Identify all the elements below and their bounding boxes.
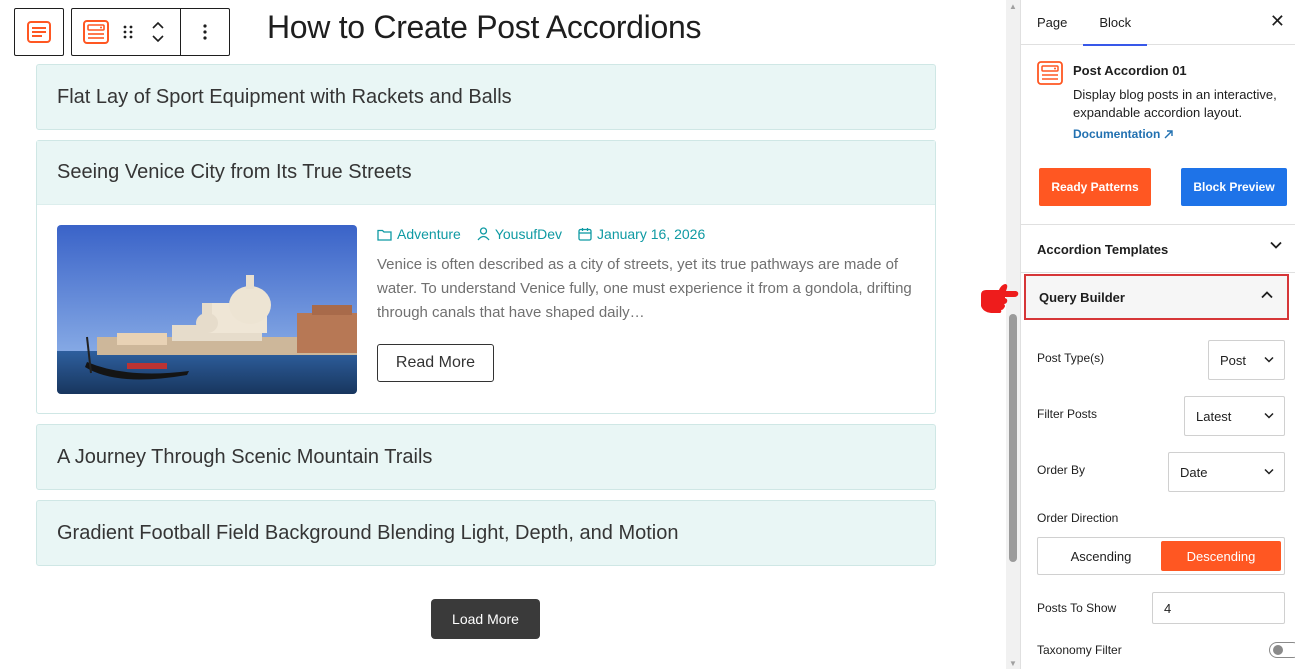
more-vertical-icon: [203, 24, 207, 40]
post-types-row: Post Type(s) Post: [1037, 340, 1285, 380]
accordion-header[interactable]: Gradient Football Field Background Blend…: [37, 501, 935, 565]
post-content: Adventure YousufDev January 16, 2026 Ven…: [377, 225, 917, 382]
category-label: Adventure: [397, 226, 461, 242]
post-meta: Adventure YousufDev January 16, 2026: [377, 225, 917, 243]
post-excerpt: Venice is often described as a city of s…: [377, 256, 912, 321]
accordion-item: Gradient Football Field Background Blend…: [36, 500, 936, 566]
more-options-button[interactable]: [181, 9, 229, 55]
sidebar-tabs: Page Block ✕: [1021, 0, 1295, 46]
order-ascending-option[interactable]: Ascending: [1041, 541, 1161, 571]
page-title[interactable]: How to Create Post Accordions: [267, 9, 701, 46]
chevron-down-icon: [1270, 241, 1282, 249]
move-down-icon[interactable]: [151, 34, 165, 43]
block-toolbar: [71, 8, 230, 56]
move-up-icon[interactable]: [151, 21, 165, 30]
block-preview-button[interactable]: Block Preview: [1181, 168, 1287, 206]
filter-posts-select[interactable]: Latest: [1184, 396, 1285, 436]
post-types-label: Post Type(s): [1037, 351, 1105, 365]
scroll-thumb[interactable]: [1009, 314, 1017, 562]
canvas-scrollbar[interactable]: ▲ ▼: [1006, 0, 1020, 669]
editor-canvas: How to Create Post Accordions Flat Lay o…: [0, 0, 1006, 669]
accordion-item-open: Seeing Venice City from Its True Streets: [36, 140, 936, 414]
calendar-icon: [578, 228, 592, 241]
settings-sidebar: Page Block ✕ Post Accordion 01 Display b…: [1020, 0, 1295, 669]
external-link-icon: [1164, 129, 1174, 138]
block-card: Post Accordion 01 Display blog posts in …: [1021, 45, 1295, 141]
documentation-label: Documentation: [1073, 127, 1161, 141]
order-direction-toggle: Ascending Descending: [1037, 537, 1285, 575]
divider: [1021, 272, 1295, 273]
scroll-down-arrow-icon[interactable]: ▼: [1006, 657, 1020, 669]
pointing-hand-icon: [981, 284, 1019, 313]
drag-handle-icon[interactable]: [120, 9, 136, 55]
block-actions: Ready Patterns Block Preview: [1021, 168, 1295, 208]
close-icon[interactable]: ✕: [1270, 12, 1285, 30]
accordion-header[interactable]: Flat Lay of Sport Equipment with Rackets…: [37, 65, 935, 129]
post-accordion-icon: [83, 20, 109, 44]
accordion-item: Flat Lay of Sport Equipment with Rackets…: [36, 64, 936, 130]
read-more-button[interactable]: Read More: [377, 344, 494, 382]
chevron-down-icon: [1264, 412, 1274, 419]
load-more-button[interactable]: Load More: [431, 599, 540, 639]
select-value: Date: [1180, 464, 1208, 480]
order-by-row: Order By Date: [1037, 452, 1285, 492]
accordion-body: Adventure YousufDev January 16, 2026 Ven…: [37, 205, 935, 413]
post-accordion: Flat Lay of Sport Equipment with Rackets…: [36, 64, 936, 576]
taxonomy-filter-toggle[interactable]: [1269, 642, 1295, 658]
author-label: YousufDev: [494, 226, 563, 242]
user-icon: [477, 227, 490, 241]
order-direction-label: Order Direction: [1037, 511, 1119, 525]
select-value: Post: [1220, 352, 1247, 368]
panel-title: Accordion Templates: [1037, 241, 1169, 257]
accordion-header[interactable]: A Journey Through Scenic Mountain Trails: [37, 425, 935, 489]
order-descending-option[interactable]: Descending: [1161, 541, 1281, 571]
posts-to-show-input[interactable]: 4: [1152, 592, 1285, 624]
date-label: January 16, 2026: [597, 226, 706, 242]
block-title: Post Accordion 01: [1073, 63, 1187, 78]
documentation-link[interactable]: Documentation: [1073, 127, 1285, 141]
post-author[interactable]: YousufDev: [477, 226, 562, 242]
order-by-select[interactable]: Date: [1168, 452, 1285, 492]
divider: [1021, 224, 1295, 225]
select-value: Latest: [1196, 408, 1232, 424]
post-types-select[interactable]: Post: [1208, 340, 1285, 380]
panel-query-builder[interactable]: Query Builder: [1024, 274, 1289, 320]
folder-icon: [377, 229, 392, 241]
tab-block[interactable]: Block: [1083, 0, 1147, 46]
filter-posts-row: Filter Posts Latest: [1037, 396, 1285, 436]
block-info: Post Accordion 01 Display blog posts in …: [1073, 63, 1285, 141]
filter-posts-label: Filter Posts: [1037, 407, 1098, 421]
post-date[interactable]: January 16, 2026: [578, 226, 705, 242]
chevron-up-icon: [1261, 291, 1273, 299]
block-type-button[interactable]: [72, 9, 120, 55]
posts-to-show-label: Posts To Show: [1037, 601, 1117, 615]
accordion-block-icon: [27, 21, 51, 43]
post-accordion-icon: [1037, 61, 1063, 85]
ready-patterns-button[interactable]: Ready Patterns: [1039, 168, 1151, 206]
accordion-item: A Journey Through Scenic Mountain Trails: [36, 424, 936, 490]
post-featured-image[interactable]: [57, 225, 357, 394]
tab-page[interactable]: Page: [1021, 0, 1083, 45]
order-by-label: Order By: [1037, 463, 1086, 477]
scroll-up-arrow-icon[interactable]: ▲: [1006, 0, 1020, 12]
move-buttons: [136, 9, 180, 55]
block-inserter-toggle[interactable]: [14, 8, 64, 56]
block-description: Display blog posts in an interactive, ex…: [1073, 87, 1277, 120]
chevron-down-icon: [1264, 356, 1274, 363]
panel-title: Query Builder: [1039, 289, 1125, 305]
post-category[interactable]: Adventure: [377, 226, 461, 242]
accordion-header[interactable]: Seeing Venice City from Its True Streets: [37, 141, 935, 205]
panel-accordion-templates[interactable]: Accordion Templates: [1021, 226, 1295, 272]
taxonomy-filter-label: Taxonomy Filter: [1037, 643, 1122, 657]
chevron-down-icon: [1264, 468, 1274, 475]
